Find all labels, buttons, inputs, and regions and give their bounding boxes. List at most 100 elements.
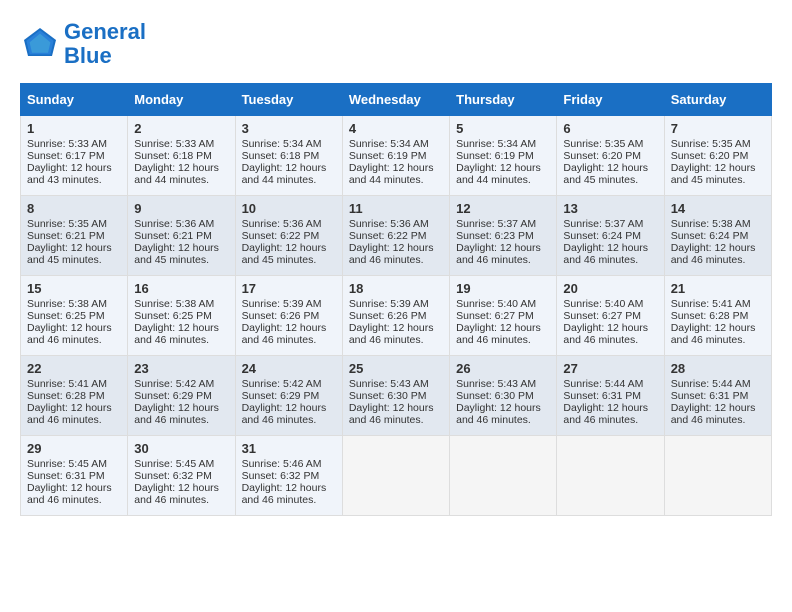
col-wednesday: Wednesday xyxy=(342,84,449,116)
day-number: 30 xyxy=(134,441,228,456)
daylight: Daylight: 12 hours and 46 minutes. xyxy=(671,242,756,266)
day-number: 6 xyxy=(563,121,657,136)
calendar-cell: 7 Sunrise: 5:35 AM Sunset: 6:20 PM Dayli… xyxy=(664,116,771,196)
col-saturday: Saturday xyxy=(664,84,771,116)
day-number: 29 xyxy=(27,441,121,456)
daylight: Daylight: 12 hours and 46 minutes. xyxy=(456,322,541,346)
sunrise: Sunrise: 5:39 AM xyxy=(349,298,429,310)
col-friday: Friday xyxy=(557,84,664,116)
sunset: Sunset: 6:28 PM xyxy=(27,390,105,402)
daylight: Daylight: 12 hours and 45 minutes. xyxy=(671,162,756,186)
day-number: 5 xyxy=(456,121,550,136)
calendar-cell: 1 Sunrise: 5:33 AM Sunset: 6:17 PM Dayli… xyxy=(21,116,128,196)
calendar-cell: 27 Sunrise: 5:44 AM Sunset: 6:31 PM Dayl… xyxy=(557,356,664,436)
sunrise: Sunrise: 5:38 AM xyxy=(27,298,107,310)
sunrise: Sunrise: 5:35 AM xyxy=(671,138,751,150)
sunset: Sunset: 6:28 PM xyxy=(671,310,749,322)
sunrise: Sunrise: 5:42 AM xyxy=(134,378,214,390)
daylight: Daylight: 12 hours and 44 minutes. xyxy=(456,162,541,186)
sunrise: Sunrise: 5:34 AM xyxy=(456,138,536,150)
day-number: 4 xyxy=(349,121,443,136)
sunset: Sunset: 6:20 PM xyxy=(563,150,641,162)
calendar-cell: 29 Sunrise: 5:45 AM Sunset: 6:31 PM Dayl… xyxy=(21,436,128,516)
day-number: 14 xyxy=(671,201,765,216)
day-number: 13 xyxy=(563,201,657,216)
daylight: Daylight: 12 hours and 46 minutes. xyxy=(349,322,434,346)
sunrise: Sunrise: 5:39 AM xyxy=(242,298,322,310)
daylight: Daylight: 12 hours and 45 minutes. xyxy=(27,242,112,266)
calendar-cell: 22 Sunrise: 5:41 AM Sunset: 6:28 PM Dayl… xyxy=(21,356,128,436)
daylight: Daylight: 12 hours and 46 minutes. xyxy=(134,322,219,346)
day-number: 19 xyxy=(456,281,550,296)
page-header: General Blue xyxy=(20,20,772,68)
logo: General Blue xyxy=(20,20,146,68)
sunrise: Sunrise: 5:36 AM xyxy=(242,218,322,230)
sunrise: Sunrise: 5:36 AM xyxy=(349,218,429,230)
sunset: Sunset: 6:22 PM xyxy=(349,230,427,242)
daylight: Daylight: 12 hours and 44 minutes. xyxy=(134,162,219,186)
col-tuesday: Tuesday xyxy=(235,84,342,116)
daylight: Daylight: 12 hours and 46 minutes. xyxy=(456,242,541,266)
calendar-cell: 8 Sunrise: 5:35 AM Sunset: 6:21 PM Dayli… xyxy=(21,196,128,276)
calendar-cell: 23 Sunrise: 5:42 AM Sunset: 6:29 PM Dayl… xyxy=(128,356,235,436)
daylight: Daylight: 12 hours and 46 minutes. xyxy=(563,402,648,426)
col-sunday: Sunday xyxy=(21,84,128,116)
day-number: 3 xyxy=(242,121,336,136)
day-number: 7 xyxy=(671,121,765,136)
sunset: Sunset: 6:32 PM xyxy=(242,470,320,482)
calendar-cell: 6 Sunrise: 5:35 AM Sunset: 6:20 PM Dayli… xyxy=(557,116,664,196)
sunrise: Sunrise: 5:43 AM xyxy=(349,378,429,390)
sunrise: Sunrise: 5:36 AM xyxy=(134,218,214,230)
day-number: 24 xyxy=(242,361,336,376)
calendar-cell: 16 Sunrise: 5:38 AM Sunset: 6:25 PM Dayl… xyxy=(128,276,235,356)
daylight: Daylight: 12 hours and 46 minutes. xyxy=(242,322,327,346)
daylight: Daylight: 12 hours and 44 minutes. xyxy=(242,162,327,186)
sunset: Sunset: 6:22 PM xyxy=(242,230,320,242)
sunset: Sunset: 6:19 PM xyxy=(456,150,534,162)
calendar-cell: 13 Sunrise: 5:37 AM Sunset: 6:24 PM Dayl… xyxy=(557,196,664,276)
calendar-cell: 31 Sunrise: 5:46 AM Sunset: 6:32 PM Dayl… xyxy=(235,436,342,516)
calendar-cell: 25 Sunrise: 5:43 AM Sunset: 6:30 PM Dayl… xyxy=(342,356,449,436)
calendar-body: 1 Sunrise: 5:33 AM Sunset: 6:17 PM Dayli… xyxy=(21,116,772,516)
calendar-cell xyxy=(664,436,771,516)
day-number: 8 xyxy=(27,201,121,216)
sunset: Sunset: 6:17 PM xyxy=(27,150,105,162)
sunrise: Sunrise: 5:46 AM xyxy=(242,458,322,470)
calendar-cell: 20 Sunrise: 5:40 AM Sunset: 6:27 PM Dayl… xyxy=(557,276,664,356)
sunset: Sunset: 6:30 PM xyxy=(349,390,427,402)
sunset: Sunset: 6:32 PM xyxy=(134,470,212,482)
calendar-cell: 14 Sunrise: 5:38 AM Sunset: 6:24 PM Dayl… xyxy=(664,196,771,276)
sunset: Sunset: 6:31 PM xyxy=(27,470,105,482)
sunrise: Sunrise: 5:40 AM xyxy=(563,298,643,310)
calendar-cell: 4 Sunrise: 5:34 AM Sunset: 6:19 PM Dayli… xyxy=(342,116,449,196)
sunset: Sunset: 6:30 PM xyxy=(456,390,534,402)
calendar-cell xyxy=(342,436,449,516)
daylight: Daylight: 12 hours and 44 minutes. xyxy=(349,162,434,186)
calendar-cell: 15 Sunrise: 5:38 AM Sunset: 6:25 PM Dayl… xyxy=(21,276,128,356)
sunset: Sunset: 6:26 PM xyxy=(349,310,427,322)
sunrise: Sunrise: 5:37 AM xyxy=(563,218,643,230)
week-row: 1 Sunrise: 5:33 AM Sunset: 6:17 PM Dayli… xyxy=(21,116,772,196)
sunset: Sunset: 6:25 PM xyxy=(134,310,212,322)
calendar-cell: 21 Sunrise: 5:41 AM Sunset: 6:28 PM Dayl… xyxy=(664,276,771,356)
sunrise: Sunrise: 5:35 AM xyxy=(563,138,643,150)
calendar-cell xyxy=(450,436,557,516)
sunrise: Sunrise: 5:34 AM xyxy=(349,138,429,150)
sunset: Sunset: 6:19 PM xyxy=(349,150,427,162)
sunrise: Sunrise: 5:35 AM xyxy=(27,218,107,230)
day-number: 21 xyxy=(671,281,765,296)
logo-icon xyxy=(20,24,60,64)
sunrise: Sunrise: 5:34 AM xyxy=(242,138,322,150)
day-number: 10 xyxy=(242,201,336,216)
calendar-cell xyxy=(557,436,664,516)
sunrise: Sunrise: 5:40 AM xyxy=(456,298,536,310)
day-number: 11 xyxy=(349,201,443,216)
sunset: Sunset: 6:31 PM xyxy=(563,390,641,402)
sunset: Sunset: 6:27 PM xyxy=(456,310,534,322)
daylight: Daylight: 12 hours and 46 minutes. xyxy=(27,322,112,346)
daylight: Daylight: 12 hours and 46 minutes. xyxy=(563,242,648,266)
sunset: Sunset: 6:21 PM xyxy=(134,230,212,242)
sunset: Sunset: 6:27 PM xyxy=(563,310,641,322)
day-number: 23 xyxy=(134,361,228,376)
week-row: 29 Sunrise: 5:45 AM Sunset: 6:31 PM Dayl… xyxy=(21,436,772,516)
